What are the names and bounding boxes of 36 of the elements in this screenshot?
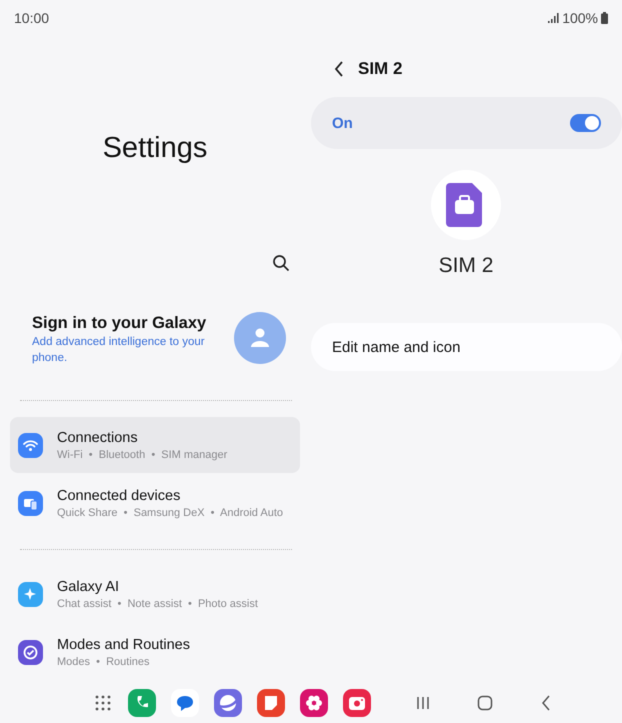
signal-icon [548, 12, 560, 22]
toggle-switch[interactable] [570, 114, 601, 132]
battery-percent: 100% [562, 10, 598, 26]
toggle-label: On [332, 114, 353, 132]
account-subtitle: Add advanced intelligence to your phone. [32, 335, 206, 366]
item-title: Modes and Routines [57, 636, 190, 652]
header-title: SIM 2 [358, 59, 402, 79]
sim-name: SIM 2 [438, 254, 494, 278]
wifi-icon [18, 432, 43, 458]
settings-item[interactable]: Connections Wi-Fi • Bluetooth • SIM manager [10, 417, 300, 473]
account-title[interactable]: Sign in to your Galaxy [32, 312, 212, 334]
item-subtitle: Wi-Fi • Bluetooth • SIM manager [57, 448, 228, 460]
page-title: Settings [102, 131, 208, 166]
item-title: Connections [57, 430, 139, 446]
settings-item[interactable]: Modes and Routines Modes • Routines [10, 624, 300, 680]
camera-app-icon[interactable] [343, 688, 371, 716]
edit-name-button[interactable]: Edit name and icon [311, 323, 622, 371]
item-subtitle: Quick Share • Samsung DeX • Android Auto [57, 506, 283, 518]
item-subtitle: Modes • Routines [57, 656, 151, 668]
phone-app-icon[interactable] [128, 688, 156, 716]
status-time: 10:00 [14, 10, 50, 26]
item-title: Galaxy AI [57, 578, 120, 594]
devices-icon [18, 490, 43, 516]
search-icon[interactable] [272, 254, 290, 272]
sparkle-icon [18, 582, 43, 606]
settings-item[interactable]: Galaxy AI Chat assist • Note assist • Photo assist [10, 566, 300, 622]
chat-app-icon[interactable] [171, 688, 199, 716]
notes-app-icon[interactable] [257, 688, 285, 716]
flower-app-icon[interactable] [300, 688, 328, 716]
planet-app-icon[interactable] [214, 688, 242, 716]
settings-item[interactable]: Connected devices Quick Share • Samsung DeX • Android Auto [10, 475, 300, 531]
item-subtitle: Chat assist • Note assist • Photo assist [57, 598, 258, 610]
toggle-card[interactable]: On [311, 97, 622, 149]
item-title: Connected devices [57, 488, 182, 504]
back-icon[interactable] [334, 61, 344, 77]
battery-icon [601, 12, 608, 24]
